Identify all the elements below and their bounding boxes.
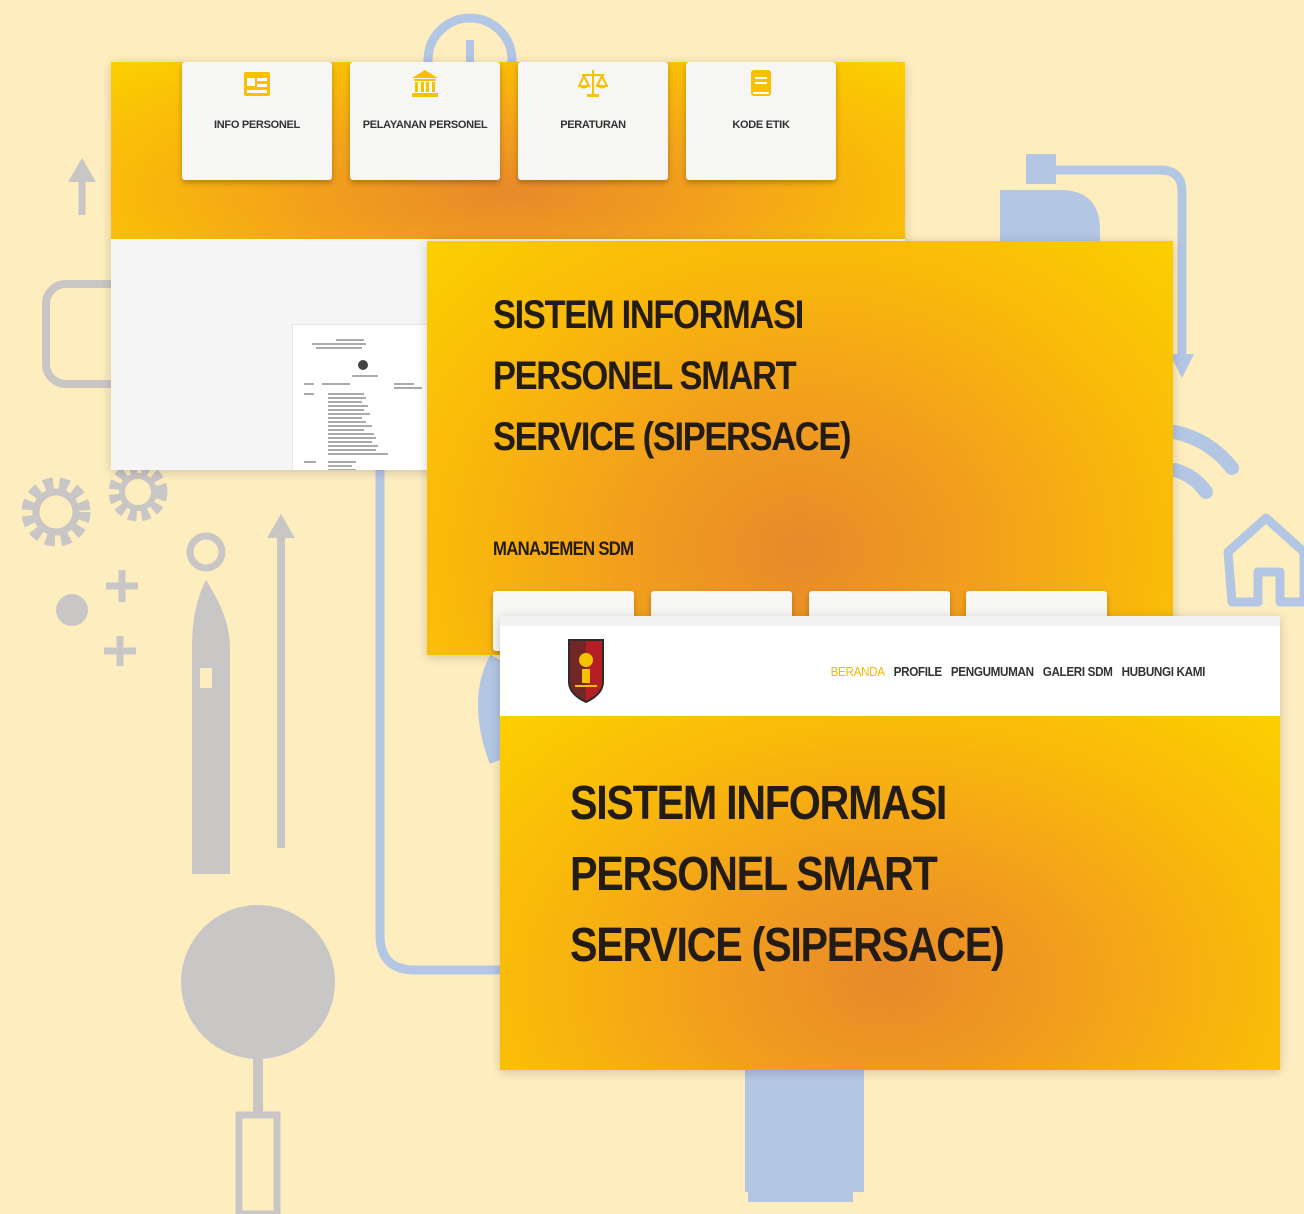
document-preview[interactable]	[292, 324, 432, 470]
hero-title-line: SERVICE (SIPERSACE)	[570, 919, 1005, 972]
logo-emblem[interactable]	[567, 638, 605, 704]
scales-icon	[578, 70, 608, 97]
paint-brush-icon	[186, 532, 230, 874]
hero-title-line: PERSONEL SMART	[570, 848, 938, 901]
gear-icon	[21, 462, 168, 547]
card-label: KODE ETIK	[732, 119, 790, 131]
nav-hubungi-kami[interactable]: HUBUNGI KAMI	[1122, 664, 1206, 679]
card-label: INFO PERSONEL	[214, 119, 300, 131]
hero-title-line: SERVICE (SIPERSACE)	[493, 415, 851, 459]
nav-beranda[interactable]: BERANDA	[831, 664, 885, 679]
nav-profile[interactable]: PROFILE	[894, 664, 943, 679]
card-info-personel[interactable]: INFO PERSONEL	[182, 62, 332, 180]
hero-banner: SISTEM INFORMASI PERSONEL SMART SERVICE …	[500, 716, 1280, 1070]
hero-title-line: PERSONEL SMART	[493, 354, 797, 398]
nav-menu: BERANDA PROFILE PENGUMUMAN GALERI SDM HU…	[831, 664, 1206, 679]
emblem-icon	[358, 360, 368, 370]
gear-arc-shape	[478, 654, 511, 764]
home-icon	[1223, 513, 1304, 607]
book-icon	[751, 70, 771, 96]
arrow-up-icon	[267, 514, 295, 848]
front-screenshot-panel: BERANDA PROFILE PENGUMUMAN GALERI SDM HU…	[500, 616, 1280, 1070]
wifi-icon	[1168, 425, 1239, 499]
hero-title-line: SISTEM INFORMASI	[570, 777, 947, 830]
hero-title: SISTEM INFORMASI PERSONEL SMART SERVICE …	[493, 285, 851, 468]
card-peraturan[interactable]: PERATURAN	[518, 62, 668, 180]
nav-galeri-sdm[interactable]: GALERI SDM	[1043, 664, 1113, 679]
card-pelayanan-personel[interactable]: PELAYANAN PERSONEL	[350, 62, 500, 180]
bank-building-icon	[412, 70, 438, 97]
magnifier-icon	[181, 905, 335, 1214]
card-label: PELAYANAN PERSONEL	[362, 119, 488, 131]
card-kode-etik[interactable]: KODE ETIK	[686, 62, 836, 180]
dot-shape	[56, 594, 88, 626]
hero-title-line: SISTEM INFORMASI	[493, 293, 804, 337]
section-heading: MANAJEMEN SDM	[493, 539, 634, 560]
plus-icon	[104, 570, 138, 666]
pill-shape	[1000, 190, 1100, 245]
id-card-icon	[244, 72, 270, 96]
card-label: PERATURAN	[560, 119, 626, 131]
pedestal-shape	[745, 1068, 864, 1202]
middle-screenshot-panel: SISTEM INFORMASI PERSONEL SMART SERVICE …	[427, 241, 1173, 655]
navbar: BERANDA PROFILE PENGUMUMAN GALERI SDM HU…	[500, 626, 1280, 716]
nav-pengumuman[interactable]: PENGUMUMAN	[951, 664, 1034, 679]
arrow-up-icon	[68, 158, 96, 215]
hero-title: SISTEM INFORMASI PERSONEL SMART SERVICE …	[570, 768, 1005, 981]
